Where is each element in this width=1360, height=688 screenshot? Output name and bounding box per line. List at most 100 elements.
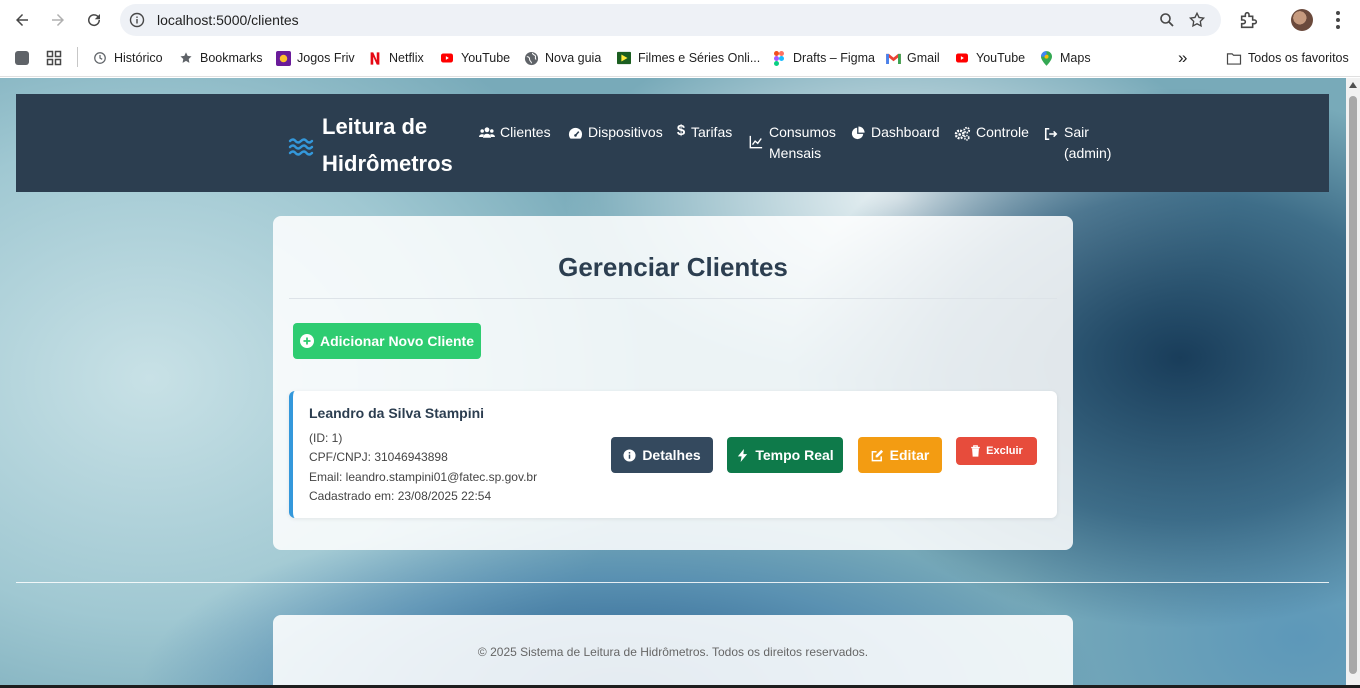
nav-dashboard[interactable]: Dashboard	[850, 122, 940, 143]
nav-label: Clientes	[500, 124, 551, 140]
folder-icon	[1226, 50, 1242, 66]
tab-search-icon[interactable]	[14, 50, 30, 66]
plus-circle-icon	[299, 334, 314, 348]
bookmark-label: Netflix	[389, 51, 424, 65]
maps-icon	[1038, 50, 1054, 66]
all-bookmarks-folder[interactable]: Todos os favoritos	[1226, 48, 1349, 68]
bookmark-label: Todos os favoritos	[1248, 51, 1349, 65]
bookmark-historico[interactable]: Histórico	[92, 48, 163, 68]
bookmark-label: Filmes e Séries Onli...	[638, 51, 761, 65]
bookmark-label: Drafts – Figma	[793, 51, 875, 65]
bookmark-bookmarks[interactable]: Bookmarks	[178, 48, 263, 68]
pie-chart-icon	[850, 125, 866, 141]
zoom-icon[interactable]	[1159, 12, 1175, 28]
scroll-up-icon[interactable]	[1349, 82, 1357, 88]
bookmark-youtube-1[interactable]: YouTube	[439, 48, 510, 68]
bookmarks-overflow-button[interactable]: »	[1178, 48, 1187, 68]
users-icon	[479, 125, 495, 141]
bookmark-label: YouTube	[976, 51, 1026, 65]
bookmark-nova-guia[interactable]: Nova guia	[523, 48, 601, 68]
nav-dispositivos[interactable]: Dispositivos	[567, 122, 663, 143]
nav-controle[interactable]: Controle	[953, 122, 1029, 143]
bookmark-label: Jogos Friv	[297, 51, 355, 65]
dollar-icon: $	[676, 121, 686, 139]
cogs-icon	[953, 125, 971, 141]
realtime-button[interactable]: Tempo Real	[727, 437, 843, 473]
details-label: Detalhes	[642, 447, 701, 463]
bookmarks-divider	[77, 47, 78, 67]
water-icon	[288, 138, 314, 156]
bookmark-label: Maps	[1060, 51, 1091, 65]
nav-label: Sair (admin)	[1064, 124, 1112, 161]
info-circle-icon	[623, 448, 636, 462]
bookmarks-bar: Histórico Bookmarks Jogos Friv Netflix Y…	[0, 40, 1360, 107]
bookmark-filmes[interactable]: Filmes e Séries Onli...	[616, 48, 760, 68]
apps-grid-icon[interactable]	[46, 50, 62, 66]
more-menu-icon[interactable]	[1329, 9, 1347, 31]
page-background: Leitura de Hidrômetros Clientes Disposit…	[0, 78, 1346, 686]
delete-button[interactable]: Excluir	[956, 437, 1037, 465]
star-icon	[178, 50, 194, 66]
brand[interactable]: Leitura de Hidrômetros	[288, 108, 472, 182]
figma-icon	[771, 50, 787, 66]
extensions-icon[interactable]	[1238, 9, 1260, 31]
nav-consumos-mensais[interactable]: Consumos Mensais	[748, 122, 838, 164]
app-navbar: Leitura de Hidrômetros Clientes Disposit…	[16, 94, 1329, 192]
edit-label: Editar	[889, 447, 930, 463]
nav-label: Dispositivos	[588, 124, 663, 140]
delete-label: Excluir	[986, 445, 1023, 457]
netflix-icon	[367, 50, 383, 66]
title-divider	[289, 298, 1057, 299]
globe-icon	[523, 50, 539, 66]
page-title: Gerenciar Clientes	[558, 252, 788, 282]
nav-clientes[interactable]: Clientes	[479, 122, 551, 143]
address-bar[interactable]: localhost:5000/clientes	[120, 4, 1221, 36]
bookmark-netflix[interactable]: Netflix	[367, 48, 424, 68]
client-name: Leandro da Silva Stampini	[309, 405, 485, 421]
gauge-icon	[567, 125, 583, 141]
bookmark-label: Histórico	[114, 51, 163, 65]
bookmark-gmail[interactable]: Gmail	[885, 48, 940, 68]
browser-toolbar: localhost:5000/clientes	[0, 0, 1360, 40]
scrollbar-thumb[interactable]	[1349, 96, 1357, 674]
details-button[interactable]: Detalhes	[611, 437, 713, 473]
add-client-button[interactable]: Adicionar Novo Cliente	[293, 323, 481, 359]
nav-sair[interactable]: Sair (admin)	[1043, 122, 1113, 164]
nav-tarifas[interactable]: $ Tarifas	[676, 122, 732, 143]
clients-panel: Gerenciar Clientes Adicionar Novo Client…	[273, 216, 1073, 550]
reload-icon[interactable]	[82, 8, 106, 32]
friv-icon	[275, 50, 291, 66]
nav-label: Dashboard	[871, 124, 940, 140]
bookmark-maps[interactable]: Maps	[1038, 48, 1091, 68]
site-info-icon[interactable]	[129, 12, 145, 28]
history-icon	[92, 50, 108, 66]
youtube-icon	[439, 50, 455, 66]
client-id: (ID: 1)	[309, 431, 343, 445]
page-scrollbar[interactable]	[1346, 78, 1360, 686]
bookmark-label: YouTube	[461, 51, 511, 65]
edit-icon	[871, 449, 883, 461]
back-icon[interactable]	[10, 8, 34, 32]
add-client-label: Adicionar Novo Cliente	[319, 333, 475, 349]
brand-title: Leitura de Hidrômetros	[322, 114, 453, 176]
chart-line-icon	[748, 134, 764, 150]
bookmark-star-icon[interactable]	[1188, 11, 1206, 29]
youtube-icon	[954, 50, 970, 66]
bookmark-jogos-friv[interactable]: Jogos Friv	[275, 48, 355, 68]
footer: © 2025 Sistema de Leitura de Hidrômetros…	[273, 615, 1073, 686]
bookmark-figma[interactable]: Drafts – Figma	[771, 48, 875, 68]
forward-icon[interactable]	[46, 8, 70, 32]
nav-label: Tarifas	[691, 124, 733, 140]
gmail-icon	[885, 50, 901, 66]
chevron-double-icon: »	[1178, 48, 1188, 67]
bookmark-youtube-2[interactable]: YouTube	[954, 48, 1025, 68]
client-created-at: Cadastrado em: 23/08/2025 22:54	[309, 489, 492, 503]
sign-out-icon	[1043, 126, 1059, 142]
profile-avatar[interactable]	[1291, 9, 1313, 31]
edit-button[interactable]: Editar	[858, 437, 942, 473]
realtime-label: Tempo Real	[755, 447, 834, 463]
client-email: Email: leandro.stampini01@fatec.sp.gov.b…	[309, 470, 538, 484]
bookmark-label: Gmail	[907, 51, 940, 65]
url-text[interactable]: localhost:5000/clientes	[157, 12, 299, 28]
client-card: Leandro da Silva Stampini (ID: 1) CPF/CN…	[289, 391, 1057, 518]
